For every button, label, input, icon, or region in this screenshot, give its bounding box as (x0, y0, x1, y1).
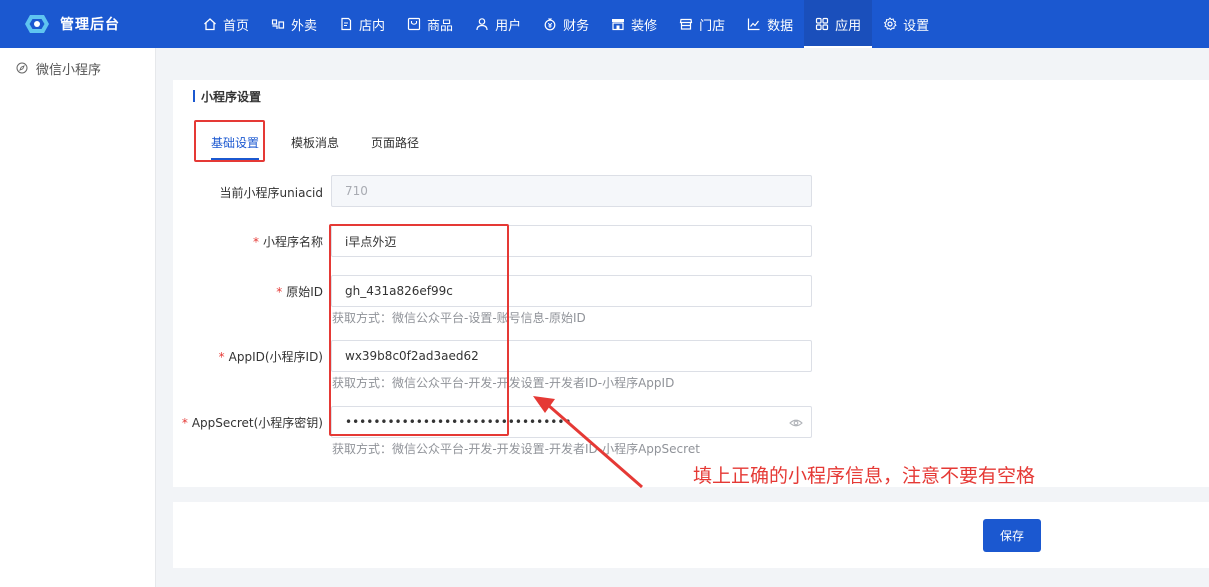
nav-item-finance[interactable]: 财务 (532, 0, 600, 48)
appsecret-hint: 获取方式：微信公众平台-开发-开发设置-开发者ID-小程序AppSecret (332, 442, 700, 456)
original-id-value: gh_431a826ef99c (345, 284, 453, 298)
name-label: * 小程序名称 (252, 235, 323, 249)
sidebar-item-label: 微信小程序 (36, 62, 102, 78)
goods-icon (407, 17, 421, 31)
nav-label: 商品 (427, 18, 454, 34)
appsecret-value: •••••••••••••••••••••••••••••••• (345, 415, 572, 429)
required-mark: * (276, 285, 283, 299)
required-mark: * (181, 416, 188, 430)
nav-item-apps[interactable]: 应用 (804, 0, 873, 48)
section-title-bar (193, 90, 195, 102)
nav-label: 用户 (495, 18, 522, 34)
original-id-hint: 获取方式：微信公众平台-设置-账号信息-原始ID (332, 311, 586, 325)
required-mark: * (218, 350, 225, 364)
nav-item-store[interactable]: 门店 (668, 0, 736, 48)
nav-item-data[interactable]: 数据 (736, 0, 804, 48)
nav-label: 财务 (563, 18, 590, 34)
section-title: 小程序设置 (193, 89, 262, 104)
nav-item-settings[interactable]: 设置 (872, 0, 940, 48)
dine-in-icon (341, 17, 352, 31)
name-value: i早点外迈 (345, 234, 397, 249)
required-mark: * (252, 235, 259, 249)
original-id-field[interactable]: gh_431a826ef99c (331, 275, 812, 307)
appid-value: wx39b8c0f2ad3aed62 (345, 349, 479, 363)
nav-label: 设置 (903, 18, 930, 34)
nav-label: 装修 (631, 18, 658, 34)
nav-item-goods[interactable]: 商品 (396, 0, 464, 48)
appsecret-label: * AppSecret(小程序密钥) (181, 416, 323, 430)
nav-label: 外卖 (291, 18, 318, 34)
tab-template-messages[interactable]: 模板消息 (275, 124, 355, 160)
nav-item-decoration[interactable]: 装修 (600, 0, 668, 48)
nav-label: 首页 (223, 18, 250, 34)
uniacid-value: 710 (345, 184, 368, 198)
nav-label: 数据 (767, 18, 794, 34)
tab-highlight-box (194, 120, 265, 162)
brand-title: 管理后台 (60, 17, 120, 33)
cloud-logo-icon (25, 15, 49, 33)
uniacid-label: 当前小程序uniacid (219, 186, 323, 200)
sidebar-item-wechat-miniprogram[interactable]: 微信小程序 (0, 48, 155, 88)
original-id-label: * 原始ID (276, 285, 323, 299)
decoration-icon (612, 19, 625, 31)
tab-page-paths[interactable]: 页面路径 (355, 124, 435, 160)
nav-item-home[interactable]: 首页 (192, 0, 260, 48)
save-button[interactable]: 保存 (983, 519, 1041, 552)
store-icon (679, 18, 693, 30)
finance-icon (544, 18, 556, 31)
sidebar: 微信小程序 (0, 48, 156, 587)
gear-icon (884, 17, 897, 31)
section-title-text: 小程序设置 (201, 89, 262, 104)
annotation-text: 填上正确的小程序信息，注意不要有空格 (693, 465, 1036, 487)
chart-icon (748, 18, 760, 31)
nav-label: 应用 (835, 18, 862, 34)
eye-icon[interactable] (789, 416, 803, 430)
nav-item-user[interactable]: 用户 (464, 0, 532, 48)
footer-bar: 保存 (173, 502, 1209, 568)
uniacid-field: 710 (331, 175, 812, 207)
apps-icon (816, 17, 829, 31)
takeout-icon (271, 19, 285, 29)
settings-panel: 小程序设置 基础设置 模板消息 页面路径 当前小程序uniacid 710 * 小… (173, 80, 1209, 487)
nav-label: 店内 (359, 18, 386, 34)
user-icon (476, 18, 488, 31)
appid-label: * AppID(小程序ID) (218, 350, 323, 364)
compass-icon (16, 62, 28, 74)
appsecret-field[interactable]: •••••••••••••••••••••••••••••••• (331, 406, 812, 438)
nav-label: 门店 (699, 18, 726, 34)
brand[interactable]: 管理后台 (24, 0, 120, 48)
nav-item-takeout[interactable]: 外卖 (260, 0, 328, 48)
appid-hint: 获取方式：微信公众平台-开发-开发设置-开发者ID-小程序AppID (332, 376, 675, 390)
appid-field[interactable]: wx39b8c0f2ad3aed62 (331, 340, 812, 372)
main-nav: 首页 外卖 店内 商品 用户 财务 装修 门店 数据 应用 设置 (192, 0, 940, 48)
home-icon (204, 18, 216, 31)
name-field[interactable]: i早点外迈 (331, 225, 812, 257)
top-navbar: 管理后台 首页 外卖 店内 商品 用户 财务 装修 门店 数据 应用 设置 (0, 0, 1209, 48)
nav-item-dine-in[interactable]: 店内 (328, 0, 396, 48)
